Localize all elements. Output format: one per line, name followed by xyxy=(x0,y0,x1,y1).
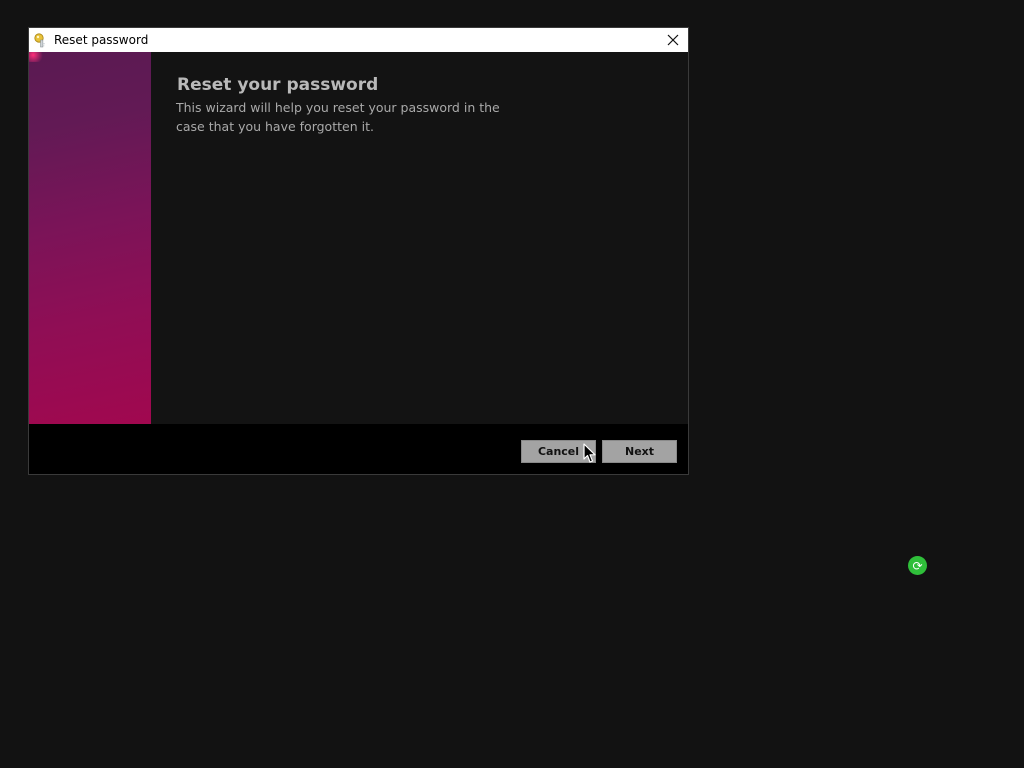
close-button[interactable] xyxy=(658,28,688,52)
key-icon xyxy=(33,32,49,48)
wizard-content: Reset your password This wizard will hel… xyxy=(151,52,688,424)
reset-password-window: Reset password Reset your password This … xyxy=(28,27,689,475)
next-button[interactable]: Next xyxy=(602,440,677,463)
page-description: This wizard will help you reset your pas… xyxy=(176,100,500,134)
banner-accent xyxy=(29,52,43,62)
cancel-button[interactable]: Cancel xyxy=(521,440,596,463)
window-title: Reset password xyxy=(54,33,149,47)
page-title: Reset your password xyxy=(177,75,379,95)
wizard-side-banner xyxy=(29,52,151,424)
wizard-footer: Cancel Next xyxy=(29,424,688,474)
title-bar[interactable]: Reset password xyxy=(29,28,688,52)
desktop: Reset password Reset your password This … xyxy=(0,0,1024,768)
close-icon xyxy=(667,31,679,50)
sync-icon-glyph: ⟳ xyxy=(912,558,923,573)
sync-icon[interactable]: ⟳ xyxy=(908,556,927,575)
